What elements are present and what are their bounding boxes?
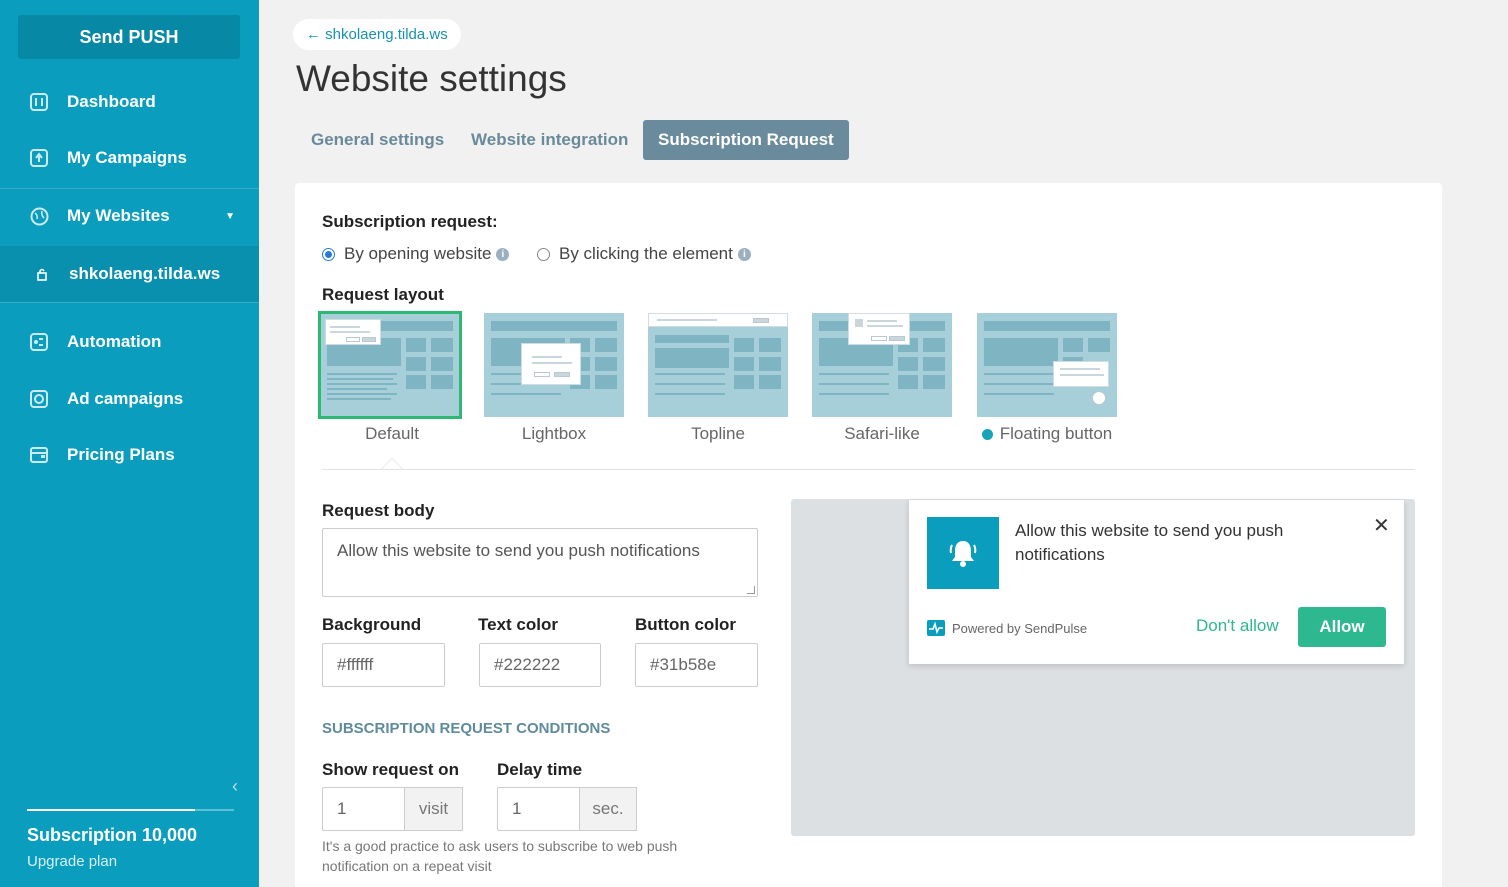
visit-unit-addon: visit [404, 787, 463, 831]
text-color-input[interactable]: #222222 [479, 643, 601, 687]
layout-lightbox-thumbnail[interactable] [484, 313, 624, 417]
lock-icon [32, 264, 52, 284]
sidebar-item-ad-campaigns[interactable]: Ad campaigns [0, 377, 259, 421]
sidebar-item-label: Pricing Plans [67, 445, 175, 464]
new-indicator-dot [981, 428, 993, 440]
seconds-unit-addon: sec. [579, 787, 637, 831]
sendpulse-logo-icon [927, 620, 945, 636]
sidebar-item-label: My Campaigns [67, 148, 187, 167]
chevron-down-icon: ▼ [225, 210, 235, 222]
show-request-on-label: Show request on [322, 760, 459, 779]
show-on-visit-input[interactable]: 1 [322, 787, 405, 831]
close-icon[interactable]: ✕ [1373, 513, 1390, 538]
hint-text: It's a good practice to ask users to sub… [322, 838, 678, 874]
sidebar-item-campaigns[interactable]: My Campaigns [0, 136, 259, 180]
info-icon[interactable]: i [496, 247, 510, 261]
delay-time-label: Delay time [497, 760, 583, 779]
dont-allow-button[interactable]: Don't allow [1196, 616, 1279, 636]
divider [0, 302, 259, 303]
dashboard-icon [29, 92, 49, 112]
sidebar-item-label: Dashboard [67, 92, 156, 111]
tab-website-integration[interactable]: Website integration [471, 120, 628, 160]
tab-subscription-request[interactable]: Subscription Request [643, 120, 849, 160]
tab-general-settings[interactable]: General settings [311, 120, 444, 160]
radio-by-opening-website[interactable]: By opening website i [322, 244, 510, 264]
upgrade-plan-link[interactable]: Upgrade plan [27, 853, 117, 870]
layout-label: Floating button [999, 424, 1113, 443]
preview-message: Allow this website to send you push noti… [1015, 521, 1284, 564]
campaigns-icon [29, 148, 49, 168]
sidebar-item-automation[interactable]: Automation [0, 320, 259, 364]
divider [322, 469, 1415, 470]
layout-default-thumbnail[interactable] [318, 311, 462, 419]
layout-topline-thumbnail[interactable] [648, 313, 788, 417]
sidebar-item-label: Automation [67, 332, 162, 351]
button-color-input[interactable]: #31b58e [635, 643, 758, 687]
layout-label: Topline [691, 424, 745, 443]
sidebar-item-label: Ad campaigns [67, 389, 184, 408]
radio-label: By clicking the element [559, 244, 733, 263]
sidebar-item-pricing[interactable]: Pricing Plans [0, 433, 259, 477]
conditions-heading: SUBSCRIPTION REQUEST CONDITIONS [322, 720, 611, 737]
info-icon[interactable]: i [737, 247, 751, 261]
radio-dot[interactable] [537, 247, 550, 261]
subscription-request-label: Subscription request: [322, 212, 498, 231]
sidebar-item-label: My Websites [67, 206, 170, 225]
radio-dot[interactable] [322, 247, 335, 261]
text-color-label: Text color [478, 615, 558, 634]
request-layout-label: Request layout [322, 285, 444, 304]
button-color-label: Button color [635, 615, 737, 634]
layout-label-floating: Floating button [977, 424, 1117, 444]
subscription-progress [27, 809, 234, 811]
powered-by-text: Powered by SendPulse [952, 620, 1088, 636]
collapse-sidebar-icon[interactable]: ‹ [232, 776, 238, 797]
globe-icon [29, 206, 49, 226]
request-body-text: Allow this website to send you push noti… [337, 541, 700, 560]
sidebar-item-website-shkolaeng[interactable]: shkolaeng.tilda.ws [0, 246, 259, 302]
layout-label: Default [365, 424, 419, 443]
subscription-title: Subscription 10,000 [27, 825, 198, 845]
request-body-textarea[interactable]: Allow this website to send you push noti… [322, 528, 758, 597]
send-push-button[interactable]: Send PUSH [18, 15, 240, 59]
powered-by: Powered by SendPulse [927, 620, 1087, 636]
ad-icon [29, 389, 49, 409]
selected-layout-pointer [381, 458, 403, 469]
divider [0, 188, 259, 189]
delay-time-input[interactable]: 1 [497, 787, 580, 831]
layout-floating-button-thumbnail[interactable] [977, 313, 1117, 417]
background-label: Background [322, 615, 422, 634]
wallet-icon [29, 445, 49, 465]
resize-handle-icon[interactable] [747, 586, 755, 594]
request-body-label: Request body [322, 501, 435, 520]
sidebar-item-label: shkolaeng.tilda.ws [69, 264, 221, 283]
back-link[interactable]: ← shkolaeng.tilda.ws [293, 19, 461, 50]
page-title: Website settings [296, 58, 567, 99]
sidebar-item-websites[interactable]: My Websites ▼ [0, 194, 259, 238]
allow-button[interactable]: Allow [1298, 607, 1386, 647]
bell-icon [927, 517, 999, 589]
layout-safari-like-thumbnail[interactable] [812, 313, 952, 417]
radio-label: By opening website [344, 244, 492, 263]
layout-label: Lightbox [521, 424, 587, 443]
sidebar-item-dashboard[interactable]: Dashboard [0, 80, 259, 124]
layout-label: Safari-like [844, 424, 920, 443]
automation-icon [29, 332, 49, 352]
background-color-input[interactable]: #ffffff [322, 643, 445, 687]
radio-by-clicking-element[interactable]: By clicking the element i [537, 244, 751, 264]
sidebar: Send PUSH Dashboard My Campaigns My Webs… [0, 0, 259, 887]
